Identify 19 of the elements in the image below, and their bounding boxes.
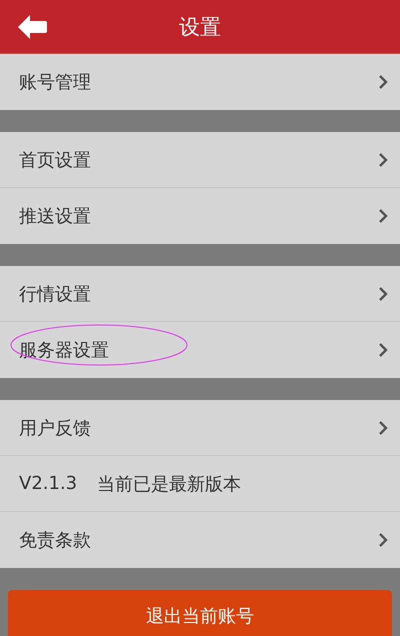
menu-item[interactable]: 用户反馈: [0, 400, 400, 456]
menu-item[interactable]: 账号管理: [0, 54, 400, 110]
chevron-right-icon: [378, 208, 388, 224]
chevron-right-icon: [378, 74, 388, 90]
chevron-right-icon: [378, 152, 388, 168]
menu-item[interactable]: 免责条款: [0, 512, 400, 568]
page-title: 设置: [179, 14, 221, 40]
chevron-right-icon: [378, 420, 388, 436]
menu-item[interactable]: 首页设置: [0, 132, 400, 188]
menu-item[interactable]: 服务器设置: [0, 322, 400, 378]
chevron-right-icon: [378, 342, 388, 358]
chevron-right-icon: [378, 286, 388, 302]
chevron-right-icon: [378, 532, 388, 548]
back-arrow-icon[interactable]: [18, 15, 48, 39]
menu-item[interactable]: 推送设置: [0, 188, 400, 244]
version-status: 当前已是最新版本: [97, 472, 242, 496]
menu-item[interactable]: 行情设置: [0, 266, 400, 322]
version-number: V2.1.3: [19, 473, 78, 494]
logout-button[interactable]: 退出当前账号: [8, 590, 392, 636]
